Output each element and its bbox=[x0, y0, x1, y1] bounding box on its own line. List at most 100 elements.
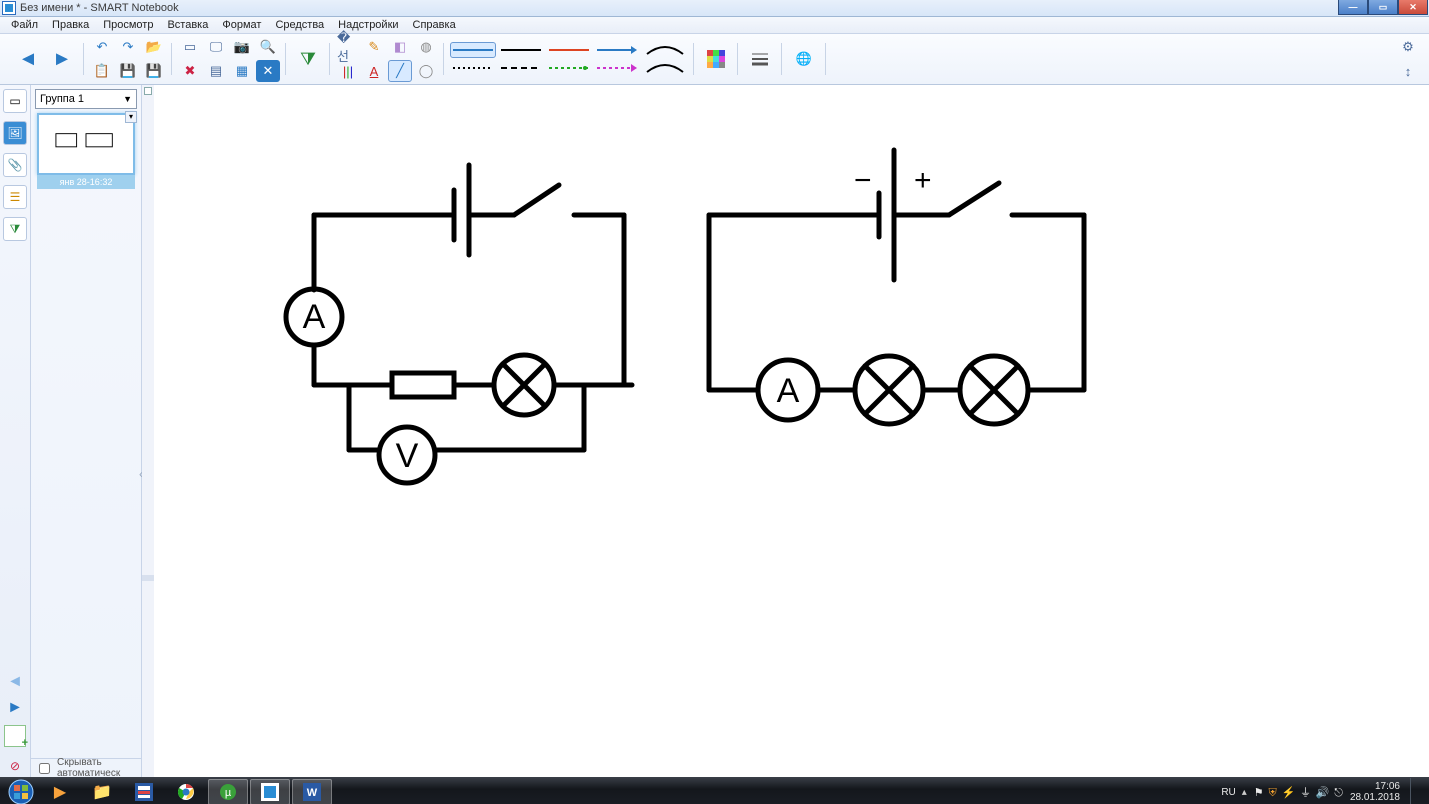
taskbar-word[interactable]: W bbox=[292, 779, 332, 804]
select-tool-button[interactable]: �선 bbox=[336, 36, 360, 58]
search-button[interactable]: 🔍 bbox=[256, 36, 280, 58]
canvas-area: A V bbox=[142, 85, 1429, 777]
properties-tab[interactable]: ☰ bbox=[3, 185, 27, 209]
creative-pen-button[interactable]: ✎ bbox=[362, 36, 386, 58]
text-tool-button[interactable]: A bbox=[362, 60, 386, 82]
scroll-thumb[interactable] bbox=[142, 575, 154, 581]
addons-tab[interactable]: ⧩ bbox=[3, 217, 27, 241]
line-options-button[interactable] bbox=[744, 43, 776, 75]
linestyle-solid-black[interactable] bbox=[498, 42, 544, 58]
tray-icons[interactable]: ⚑ ⛨ ⚡ ⏚ 🔊 ⎋ bbox=[1253, 784, 1344, 800]
color-palette-button[interactable] bbox=[700, 43, 732, 75]
linestyle-dashed-black[interactable] bbox=[498, 60, 544, 76]
linestyle-solid-red[interactable] bbox=[546, 42, 592, 58]
page-down-button[interactable]: ► bbox=[7, 699, 23, 717]
tray-language[interactable]: RU bbox=[1221, 787, 1235, 798]
page-canvas[interactable]: A V bbox=[154, 85, 1429, 777]
circuit-right: − + bbox=[709, 150, 1084, 424]
tray-flag-icon[interactable]: ⚑ bbox=[1254, 787, 1264, 799]
menu-view[interactable]: Просмотр bbox=[96, 17, 160, 33]
tray-volume-icon[interactable]: 🔊 bbox=[1316, 787, 1330, 799]
linestyle-arc-black[interactable] bbox=[642, 42, 688, 58]
menu-tools[interactable]: Средства bbox=[268, 17, 331, 33]
tray-date: 28.01.2018 bbox=[1350, 792, 1400, 803]
eraser-button[interactable]: ◧ bbox=[388, 36, 412, 58]
taskbar-mediaplayer[interactable]: ▶ bbox=[40, 779, 80, 804]
auto-hide-label: Скрывать автоматическ bbox=[57, 757, 137, 779]
fill-button[interactable]: ◍ bbox=[414, 36, 438, 58]
tray-bolt-icon[interactable]: ⚡ bbox=[1281, 787, 1295, 799]
table-button[interactable]: ▦ bbox=[230, 60, 254, 82]
attachments-tab[interactable]: 📎 bbox=[3, 153, 27, 177]
circuit-drawing: A V bbox=[154, 85, 1429, 685]
start-button[interactable] bbox=[4, 778, 38, 804]
close-button[interactable]: ✕ bbox=[1398, 0, 1428, 15]
gallery-tab[interactable]: 🖼 bbox=[3, 121, 27, 145]
menu-format[interactable]: Формат bbox=[215, 17, 268, 33]
addons-button[interactable]: ⧩ bbox=[292, 43, 324, 75]
prev-page-button[interactable]: ◄ bbox=[12, 43, 44, 75]
save-file-button[interactable]: 💾 bbox=[116, 60, 140, 82]
taskbar-chrome[interactable] bbox=[166, 779, 206, 804]
new-page-button[interactable]: ▭ bbox=[178, 36, 202, 58]
paste-button[interactable]: 📋 bbox=[90, 60, 114, 82]
taskbar-explorer[interactable]: 📁 bbox=[82, 779, 122, 804]
tray-network-icon[interactable]: ⏚ bbox=[1300, 787, 1311, 799]
move-toolbar-button[interactable]: ↕ bbox=[1397, 61, 1419, 81]
page-sorter-panel: Группа 1 ▼ ▾ янв 28-16:32 ‹ Скрывать авт… bbox=[31, 85, 142, 777]
taskbar-smartnotebook[interactable] bbox=[250, 779, 290, 804]
svg-text:µ: µ bbox=[225, 787, 232, 799]
linestyle-dashed-green[interactable] bbox=[546, 60, 592, 76]
internet-button[interactable]: 🌐 bbox=[788, 43, 820, 75]
page-up-button[interactable]: ◄ bbox=[7, 673, 23, 691]
maximize-button[interactable]: ▭ bbox=[1368, 0, 1398, 15]
group-dropdown[interactable]: Группа 1 ▼ bbox=[35, 89, 137, 109]
app-icon bbox=[2, 1, 16, 15]
tray-shield-icon[interactable]: ⛨ bbox=[1268, 787, 1276, 799]
linestyle-dotted-black[interactable] bbox=[450, 60, 496, 76]
screen-shade-button[interactable]: ▤ bbox=[204, 60, 228, 82]
menu-insert[interactable]: Вставка bbox=[160, 17, 215, 33]
linestyle-arc-black2[interactable] bbox=[642, 60, 688, 76]
redo-button[interactable]: ↷ bbox=[116, 36, 140, 58]
group-dropdown-label: Группа 1 bbox=[40, 93, 84, 105]
open-button[interactable]: 📂 bbox=[142, 36, 166, 58]
taskbar: ▶ 📁 µ W RU ▴ ⚑ ⛨ ⚡ ⏚ 🔊 ⎋ 17:06 28.01.201… bbox=[0, 777, 1429, 804]
scroll-knob-icon bbox=[144, 87, 152, 95]
thumb-menu-button[interactable]: ▾ bbox=[125, 111, 137, 123]
taskbar-utorrent[interactable]: µ bbox=[208, 779, 248, 804]
tray-clock[interactable]: 17:06 28.01.2018 bbox=[1350, 781, 1400, 803]
measurement-button[interactable]: ✕ bbox=[256, 60, 280, 82]
page-thumbnail-1[interactable]: ▾ bbox=[37, 113, 135, 175]
doc-camera-button[interactable]: 📷 bbox=[230, 36, 254, 58]
menu-file[interactable]: Файл bbox=[4, 17, 45, 33]
page-sorter-tab[interactable]: ▭ bbox=[3, 89, 27, 113]
left-tab-strip: ▭ 🖼 📎 ☰ ⧩ ↔ ◄ ► ⊘ bbox=[0, 85, 31, 777]
show-desktop-button[interactable] bbox=[1410, 778, 1421, 804]
next-page-button[interactable]: ► bbox=[46, 43, 78, 75]
pens-button[interactable]: ||| bbox=[336, 60, 360, 82]
shape-eraser-button[interactable]: ◯ bbox=[414, 60, 438, 82]
linestyle-dashed-magenta[interactable] bbox=[594, 60, 640, 76]
minimize-button[interactable]: — bbox=[1338, 0, 1368, 15]
delete-button[interactable]: ✖ bbox=[178, 60, 202, 82]
svg-text:−: − bbox=[854, 164, 872, 197]
tray-power-icon[interactable]: ⎋ bbox=[1334, 787, 1343, 799]
workspace: ▭ 🖼 📎 ☰ ⧩ ↔ ◄ ► ⊘ Группа 1 ▼ ▾ янв 28-16… bbox=[0, 85, 1429, 777]
undo-button[interactable]: ↶ bbox=[90, 36, 114, 58]
circuit-left: A V bbox=[286, 165, 632, 483]
screen-capture-button[interactable]: 🖵 bbox=[204, 36, 228, 58]
menu-edit[interactable]: Правка bbox=[45, 17, 96, 33]
taskbar-app1[interactable] bbox=[124, 779, 164, 804]
svg-text:W: W bbox=[307, 787, 318, 799]
add-page-button[interactable] bbox=[4, 725, 26, 747]
menu-help[interactable]: Справка bbox=[406, 17, 463, 33]
close-panel-button[interactable]: ⊘ bbox=[4, 755, 26, 777]
tray-chevron-icon[interactable]: ▴ bbox=[1242, 787, 1247, 798]
linestyle-arrow-blue[interactable] bbox=[594, 42, 640, 58]
auto-hide-checkbox[interactable] bbox=[39, 763, 50, 774]
linestyle-solid-blue[interactable] bbox=[450, 42, 496, 58]
save-button[interactable]: 💾 bbox=[142, 60, 166, 82]
settings-button[interactable]: ⚙ bbox=[1397, 37, 1419, 57]
line-tool-button[interactable]: ╱ bbox=[388, 60, 412, 82]
